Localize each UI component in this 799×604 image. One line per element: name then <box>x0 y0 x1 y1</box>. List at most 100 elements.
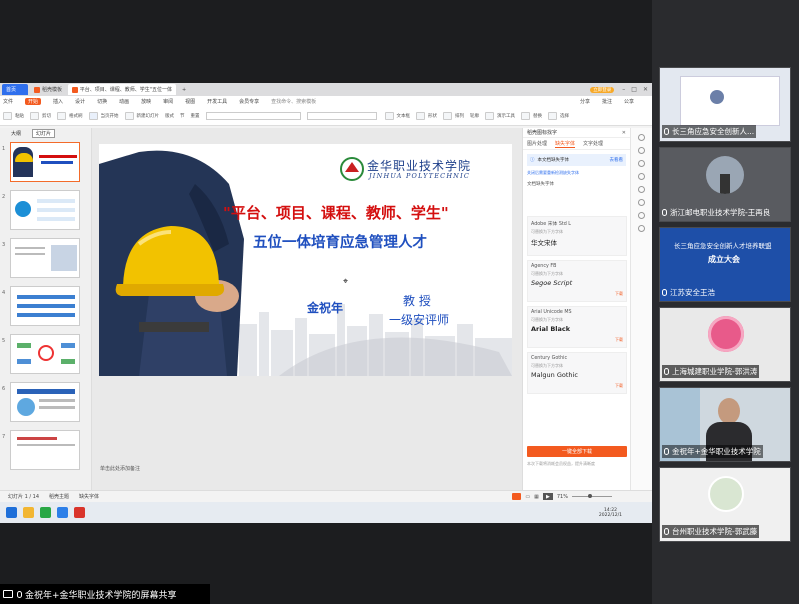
menu-review[interactable]: 审阅 <box>163 98 173 105</box>
notes-field[interactable]: 单击此处添加备注 <box>100 465 140 472</box>
tab-missing-font[interactable]: 缺失字体 <box>555 140 576 148</box>
layout-button[interactable]: 版式 <box>165 113 174 119</box>
font-size-select[interactable] <box>306 111 377 120</box>
slide-thumbnail[interactable] <box>10 190 80 230</box>
style-icon[interactable] <box>638 160 645 167</box>
right-sidebar-icons <box>630 128 652 490</box>
close-icon[interactable]: ✕ <box>643 86 648 93</box>
zoom-slider[interactable] <box>572 494 612 498</box>
current-slide[interactable]: 金华职业技术学院 JINHUA POLYTECHNIC "平台、项目、课程、教师… <box>99 144 512 376</box>
tab-image-process[interactable]: 图片处理 <box>527 140 547 147</box>
format-painter-icon[interactable] <box>57 111 66 120</box>
video-tile[interactable]: 长三角应急安全创新人... <box>659 67 791 142</box>
public-share-button[interactable]: 公享 <box>624 98 634 105</box>
menu-home[interactable]: 开始 <box>25 97 42 105</box>
minimize-icon[interactable]: – <box>622 86 625 93</box>
wechat-icon[interactable] <box>40 507 51 518</box>
login-button[interactable]: 立即登录 <box>590 86 615 93</box>
search-command[interactable]: 查找命令、搜索模板 <box>271 98 316 105</box>
cut-icon[interactable] <box>30 111 39 120</box>
download-font-link[interactable]: 下载 <box>615 337 623 343</box>
reset-button[interactable]: 重置 <box>191 113 200 119</box>
font-card: Century Gothic 可替换为下方字体 Malgun Gothic 下载 <box>527 352 627 394</box>
textbox-icon[interactable] <box>384 111 394 120</box>
font-icon[interactable] <box>638 199 645 206</box>
shape-icon[interactable] <box>416 111 425 120</box>
slide-thumbnail-panel: 大纲 幻灯片 1 2 3 4 5 6 7 <box>0 128 92 490</box>
tab-slides[interactable]: 幻灯片 <box>32 128 56 138</box>
menu-member[interactable]: 会员专享 <box>239 98 259 105</box>
comment-button[interactable]: 批注 <box>602 98 612 105</box>
video-slide-line2: 成立大会 <box>708 255 740 264</box>
video-tile[interactable]: 浙江邮电职业技术学院-王再良 <box>659 147 791 222</box>
tab-home[interactable]: 首页 <box>2 84 28 95</box>
slide-thumbnail[interactable] <box>10 238 80 278</box>
slide-count: 幻灯片 1 / 14 <box>8 494 39 500</box>
share-button[interactable]: 分享 <box>580 98 590 105</box>
slide-thumbnail[interactable] <box>10 382 80 422</box>
presentation-tools-icon[interactable] <box>485 111 494 120</box>
template-icon[interactable] <box>638 173 645 180</box>
tab-text-process[interactable]: 文字处理 <box>583 140 603 147</box>
mic-icon <box>664 368 669 375</box>
slide-thumbnail[interactable] <box>10 334 80 374</box>
replace-icon[interactable] <box>521 111 530 120</box>
video-tile[interactable]: 长三角应急安全创新人才培养联盟 成立大会 江苏安全王浩 <box>659 227 791 302</box>
panel-header: 稻壳图标找字 <box>527 130 558 136</box>
play-current-icon[interactable] <box>88 111 98 120</box>
font-card: Agency FB 可替换为下方字体 Segoe Script 下载 <box>527 260 627 302</box>
view-normal-icon[interactable]: ▭ <box>525 494 530 500</box>
new-slide-icon[interactable] <box>124 111 134 120</box>
slide-thumbnail[interactable] <box>10 142 80 182</box>
menu-animation[interactable]: 动画 <box>119 98 129 105</box>
settings-icon[interactable] <box>638 225 645 232</box>
panel-close-icon[interactable]: ✕ <box>622 130 626 136</box>
maximize-icon[interactable]: □ <box>631 86 637 93</box>
slide-canvas-area: 金华职业技术学院 JINHUA POLYTECHNIC "平台、项目、课程、教师… <box>92 128 606 490</box>
paste-icon[interactable] <box>3 111 12 120</box>
slide-thumbnail[interactable] <box>10 286 80 326</box>
wps-icon[interactable] <box>74 507 85 518</box>
view-grid-icon[interactable]: ▦ <box>534 494 539 500</box>
windows-taskbar: 14:22 2022/12/1 <box>0 502 652 523</box>
slide-title-line1: "平台、项目、课程、教师、学生" <box>223 204 449 222</box>
menu-design[interactable]: 设计 <box>75 98 85 105</box>
missing-font-panel: 稻壳图标找字 ✕ 图片处理 缺失字体 文字处理 ⓘ 本文档缺失字体 去看看 关闭… <box>522 128 630 490</box>
menu-developer[interactable]: 开发工具 <box>207 98 227 105</box>
new-tab-button[interactable]: + <box>178 84 190 95</box>
download-font-link[interactable]: 下载 <box>615 383 623 389</box>
wps-ai-icon[interactable] <box>512 493 522 500</box>
tencent-meeting-icon[interactable] <box>57 507 68 518</box>
font-missing-status[interactable]: 缺失字体 <box>79 493 99 500</box>
tab-outline[interactable]: 大纲 <box>8 130 24 137</box>
download-all-button[interactable]: 一键全部下载 <box>527 446 627 457</box>
history-icon[interactable] <box>638 186 645 193</box>
menu-slideshow[interactable]: 放映 <box>141 98 151 105</box>
menu-insert[interactable]: 插入 <box>53 98 63 105</box>
video-tile[interactable]: 金祝年+金华职业技术学院 <box>659 387 791 462</box>
screen-share-label: 金祝年+金华职业技术学院的屏幕共享 <box>0 584 210 604</box>
video-tile[interactable]: 上海城建职业学院-郭洪涛 <box>659 307 791 382</box>
download-font-link[interactable]: 下载 <box>615 291 623 297</box>
video-tile[interactable]: 台州职业技术学院-郭武藤 <box>659 467 791 542</box>
play-slideshow-icon[interactable]: ▶ <box>542 493 553 500</box>
tab-docer[interactable]: 稻壳模板 <box>30 84 66 95</box>
slide-thumbnail[interactable] <box>10 430 80 470</box>
menu-view[interactable]: 视图 <box>185 98 195 105</box>
animation-icon[interactable] <box>638 147 645 154</box>
arrange-icon[interactable] <box>443 111 452 120</box>
notice-action-link[interactable]: 去看看 <box>610 157 624 163</box>
tab-document[interactable]: 平台、项目、课程、教师、学生"五位一体... <box>68 84 177 95</box>
select-icon[interactable] <box>548 111 557 120</box>
slide-title-line2: 五位一体培育应急管理人才 <box>253 235 427 251</box>
menu-transition[interactable]: 切换 <box>97 98 107 105</box>
backup-icon[interactable] <box>638 212 645 219</box>
file-explorer-icon[interactable] <box>23 507 34 518</box>
font-select[interactable] <box>205 111 301 120</box>
zoom-level: 71% <box>556 493 568 500</box>
windows-start-icon[interactable] <box>6 507 17 518</box>
section-button[interactable]: 节 <box>180 113 185 119</box>
property-icon[interactable] <box>638 134 645 141</box>
outline-button[interactable]: 轮廓 <box>470 113 479 119</box>
menu-file[interactable]: 文件 <box>3 98 13 105</box>
